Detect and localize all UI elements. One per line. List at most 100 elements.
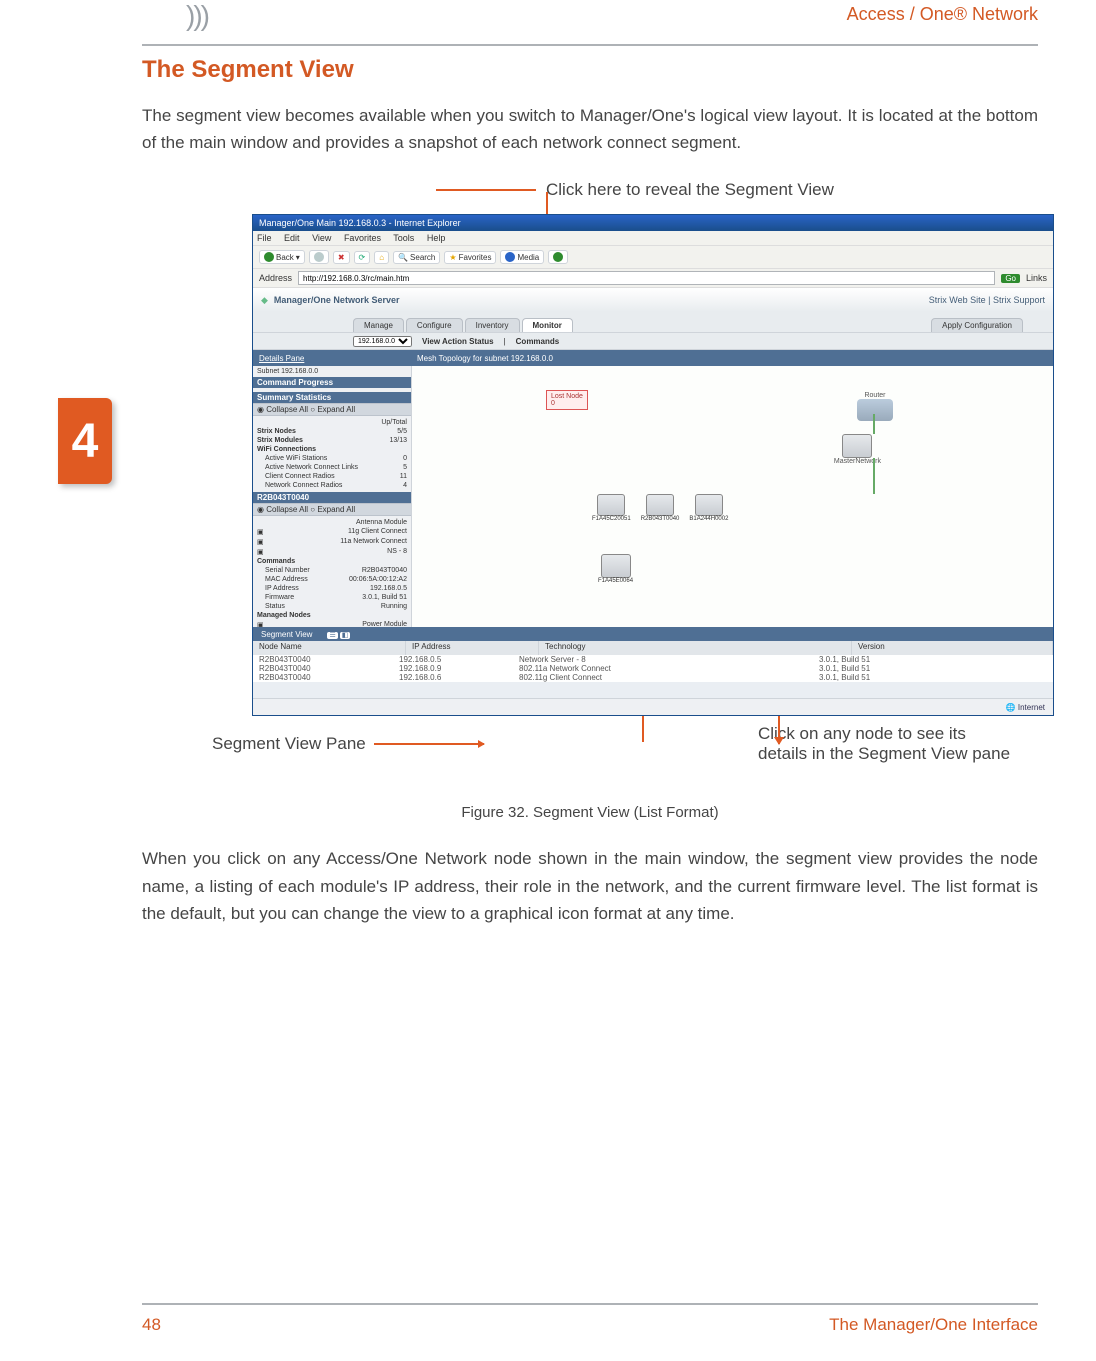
list-view-icon[interactable]: ☰ <box>327 632 337 639</box>
col-technology[interactable]: Technology <box>539 641 852 655</box>
menu-help[interactable]: Help <box>427 233 446 243</box>
app-logo-icon: ◆ <box>261 295 268 306</box>
summary-header[interactable]: Summary Statistics <box>253 392 411 403</box>
go-button[interactable]: Go <box>1001 274 1020 283</box>
chapter-number: 4 <box>72 414 99 469</box>
section-heading: The Segment View <box>142 56 1038 84</box>
node-cluster: F1A45C20051 R2B043T0040 B1A244H0002 <box>592 494 728 522</box>
collapse-all-2[interactable]: ◉ Collapse All <box>257 505 308 514</box>
subnet-select[interactable]: 192.168.0.0 <box>353 336 412 347</box>
menu-tools[interactable]: Tools <box>393 233 414 243</box>
callout-right: Click on any node to see its details in … <box>758 724 1018 764</box>
divider <box>142 1303 1038 1305</box>
lost-node-badge[interactable]: Lost Node0 <box>546 390 588 410</box>
segment-view-label: Segment View <box>261 630 312 639</box>
main-tabs: Manage Configure Inventory Monitor Apply… <box>253 312 1053 332</box>
search-button[interactable]: 🔍Search <box>393 251 440 264</box>
callout-top: Click here to reveal the Segment View <box>546 180 834 200</box>
segment-view-toggle[interactable]: ☰◧ <box>326 630 351 639</box>
media-button[interactable]: Media <box>500 250 544 264</box>
tab-apply-configuration[interactable]: Apply Configuration <box>931 318 1023 332</box>
module-row[interactable]: Antenna Module <box>257 518 407 527</box>
detail-row: Firmware3.0.1, Build 51 <box>257 593 407 602</box>
col-ip[interactable]: IP Address <box>406 641 539 655</box>
history-button[interactable] <box>548 250 568 264</box>
search-icon: 🔍 <box>398 253 408 262</box>
table-row[interactable]: R2B043T0040192.168.0.5Network Server - 8… <box>253 655 1053 664</box>
segment-rows: R2B043T0040192.168.0.5Network Server - 8… <box>253 655 1053 682</box>
router-node[interactable]: Router <box>857 392 893 421</box>
tab-inventory[interactable]: Inventory <box>465 318 520 332</box>
command-progress-header[interactable]: Command Progress <box>253 377 411 388</box>
stat-row: Active WiFi Stations0 <box>257 454 407 463</box>
forward-icon <box>314 252 324 262</box>
expand-all[interactable]: ○ Expand All <box>310 405 355 414</box>
address-input[interactable] <box>298 271 995 285</box>
tab-configure[interactable]: Configure <box>406 318 463 332</box>
home-button[interactable]: ⌂ <box>374 251 389 264</box>
topology-node[interactable]: B1A244H0002 <box>689 494 728 522</box>
app-links[interactable]: Strix Web Site | Strix Support <box>929 295 1045 305</box>
favorites-button[interactable]: ★Favorites <box>444 251 496 264</box>
stat-row: Strix Modules13/13 <box>257 436 407 445</box>
topology-node[interactable]: F1A45E0064 <box>598 554 633 584</box>
col-node-name[interactable]: Node Name <box>253 641 406 655</box>
topology-node[interactable]: F1A45C20051 <box>592 494 631 522</box>
status-text: Internet <box>1018 703 1045 712</box>
tab-monitor[interactable]: Monitor <box>522 318 573 332</box>
detail-row: MAC Address00:06:5A:00:12:A2 <box>257 575 407 584</box>
managed-nodes-row[interactable]: Managed Nodes <box>257 611 407 620</box>
history-icon <box>553 252 563 262</box>
topology-pane: Lost Node0 Router MasterNetwork F1A45C20… <box>412 366 1053 666</box>
view-action-link[interactable]: View Action Status <box>422 337 494 346</box>
chapter-tab: 4 <box>58 398 112 484</box>
star-icon: ★ <box>449 253 456 262</box>
module-row[interactable]: ▣NS - 8 <box>257 547 407 557</box>
segment-table-header: Node Name IP Address Technology Version <box>253 641 1053 655</box>
topology-node[interactable]: R2B043T0040 <box>641 494 680 522</box>
globe-icon: 🌐 <box>1006 703 1016 712</box>
detail-row: Serial NumberR2B043T0040 <box>257 566 407 575</box>
app-brand: Manager/One Network Server <box>274 295 400 305</box>
callout-line <box>436 189 536 191</box>
collapse-all[interactable]: ◉ Collapse All <box>257 405 308 414</box>
figure-caption: Figure 32. Segment View (List Format) <box>142 804 1038 821</box>
module-row[interactable]: ▣11g Client Connect <box>257 527 407 537</box>
tab-manage[interactable]: Manage <box>353 318 404 332</box>
media-icon <box>505 252 515 262</box>
stat-row: Active Network Connect Links5 <box>257 463 407 472</box>
module-row[interactable]: ▣11a Network Connect <box>257 537 407 547</box>
stat-row: Client Connect Radios11 <box>257 472 407 481</box>
back-button[interactable]: Back ▾ <box>259 250 305 264</box>
refresh-button[interactable]: ⟳ <box>354 251 371 264</box>
links-label[interactable]: Links <box>1026 273 1047 283</box>
closing-paragraph: When you click on any Access/One Network… <box>142 845 1038 927</box>
details-pane-title[interactable]: Details Pane <box>253 354 411 363</box>
menu-edit[interactable]: Edit <box>284 233 300 243</box>
icon-view-icon[interactable]: ◧ <box>340 632 351 639</box>
commands-row[interactable]: Commands <box>257 557 407 566</box>
segment-view-bar[interactable]: Segment View ☰◧ <box>253 627 1053 641</box>
stop-button[interactable]: ✖ <box>333 251 350 264</box>
collapse-expand-row-2: ◉ Collapse All ○ Expand All <box>253 503 411 516</box>
mesh-topology-title: Mesh Topology for subnet 192.168.0.0 <box>411 354 1053 363</box>
node-header[interactable]: R2B043T0040 <box>253 492 411 503</box>
sub-bar: 192.168.0.0 View Action Status | Command… <box>253 332 1053 350</box>
menu-file[interactable]: File <box>257 233 272 243</box>
table-row[interactable]: R2B043T0040192.168.0.9802.11a Network Co… <box>253 664 1053 673</box>
home-icon: ⌂ <box>379 253 384 262</box>
detail-row: StatusRunning <box>257 602 407 611</box>
menubar[interactable]: File Edit View Favorites Tools Help <box>253 231 1053 245</box>
expand-all-2[interactable]: ○ Expand All <box>310 505 355 514</box>
commands-link[interactable]: Commands <box>516 337 560 346</box>
menu-view[interactable]: View <box>312 233 331 243</box>
detail-row: IP Address192.168.0.5 <box>257 584 407 593</box>
address-label: Address <box>259 273 292 283</box>
table-row[interactable]: R2B043T0040192.168.0.6802.11g Client Con… <box>253 673 1053 682</box>
menu-favorites[interactable]: Favorites <box>344 233 381 243</box>
stat-row: WiFi Connections <box>257 445 407 454</box>
stat-row: Strix Nodes5/5 <box>257 427 407 436</box>
collapse-expand-row: ◉ Collapse All ○ Expand All <box>253 403 411 416</box>
forward-button[interactable] <box>309 250 329 264</box>
col-version[interactable]: Version <box>852 641 1053 655</box>
